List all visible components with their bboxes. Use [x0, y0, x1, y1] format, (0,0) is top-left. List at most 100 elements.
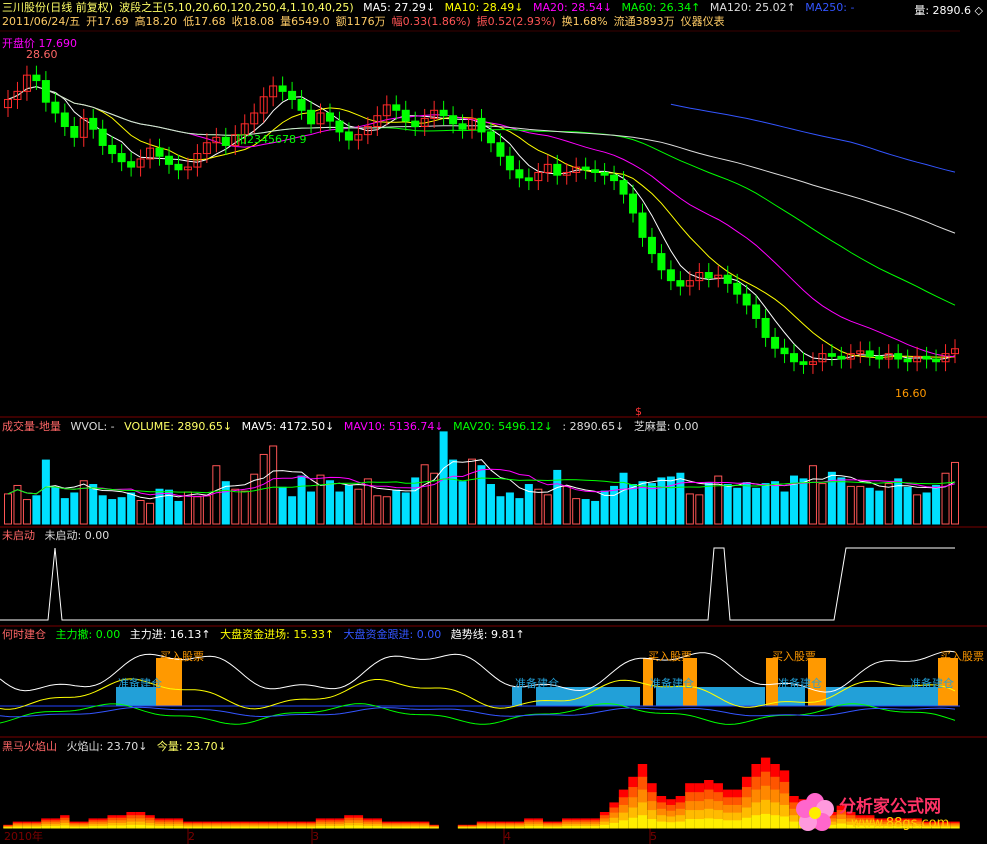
fire-bar	[685, 819, 695, 829]
fire-bar	[723, 789, 733, 798]
fire-bar	[713, 819, 723, 829]
fire-bar	[741, 797, 752, 809]
volume-readout: VOLUME: 2890.65↓	[124, 420, 233, 433]
volume-bar	[70, 492, 79, 525]
volume-bar	[676, 472, 685, 525]
settings-icon[interactable]: ◇	[975, 4, 983, 17]
volume-bar	[610, 485, 619, 525]
fire-bar	[31, 826, 42, 829]
fire-bar	[135, 812, 146, 816]
fire-bar	[732, 797, 742, 806]
volume-pane-name: 成交量-地量	[2, 420, 61, 433]
fire-bar	[628, 817, 638, 829]
volume-bar	[4, 493, 12, 525]
buy-label-4: 买入股票	[940, 650, 984, 663]
fire-bar	[675, 821, 686, 829]
fire-bar	[580, 826, 591, 829]
volume-bar	[543, 494, 552, 525]
fire-bar	[192, 826, 203, 829]
fire-bar	[571, 826, 581, 829]
volume-bar	[837, 477, 846, 525]
fire-bar	[647, 819, 657, 829]
candle-body	[515, 169, 524, 179]
fire-bar	[599, 818, 610, 823]
fire-bar	[618, 812, 629, 821]
fire-bar	[779, 816, 790, 829]
candle-body	[411, 120, 420, 128]
fire-bar	[126, 821, 136, 826]
fire-bar	[495, 826, 506, 829]
fire-bar	[685, 810, 695, 820]
volume-bar	[316, 474, 325, 525]
fire-bar	[675, 802, 686, 810]
date-readout: 2011/06/24/五	[2, 15, 81, 28]
fire-bar	[637, 764, 648, 778]
volume-bar	[553, 469, 562, 525]
fire-bar	[770, 776, 780, 791]
fire-bar	[713, 792, 723, 802]
amount-readout: 额1176万	[335, 15, 386, 28]
fire-bar	[685, 783, 695, 793]
candle-body	[458, 123, 467, 130]
candle-body	[771, 336, 780, 349]
candle-body	[581, 166, 590, 171]
fire-bar	[126, 815, 136, 819]
fire-bar	[694, 810, 705, 820]
volume-bar	[808, 465, 817, 525]
fire-bar	[779, 804, 790, 817]
fire-bar	[60, 825, 70, 829]
fire-bar	[524, 826, 534, 829]
volume-bar	[865, 487, 874, 525]
fire-bar	[618, 797, 629, 806]
fire-bar	[628, 797, 638, 809]
candle-body	[41, 80, 50, 103]
fire-bar	[770, 802, 780, 816]
ma60-readout: MA60: 26.34↑	[621, 1, 701, 14]
fire-bar	[618, 789, 629, 798]
candle-body	[629, 193, 638, 214]
fire-bar	[694, 801, 705, 811]
volume-bar	[875, 490, 884, 525]
ma5-readout: MA5: 27.29↓	[363, 1, 436, 14]
fire-bar	[353, 825, 364, 829]
fire-bar	[685, 792, 695, 802]
volume-bar	[411, 477, 420, 525]
ma250-line	[670, 103, 956, 173]
fire-bar	[599, 824, 610, 829]
fire-bar	[656, 808, 667, 816]
high-readout: 高18.20	[134, 15, 178, 28]
candle-body	[297, 98, 306, 111]
candle-body	[401, 109, 410, 122]
fire-bar	[770, 815, 780, 829]
candle-body	[704, 272, 713, 279]
fire-bar	[713, 810, 723, 820]
volume-bar	[212, 465, 221, 525]
volume-bar	[51, 486, 60, 525]
volume-bar	[695, 494, 704, 525]
candle-body	[278, 85, 287, 92]
fire-bar	[344, 825, 354, 829]
fire-bar	[126, 812, 136, 816]
fire-bar	[135, 821, 146, 826]
fire-bar	[628, 787, 638, 798]
candle-body	[837, 355, 846, 360]
volume-bar	[183, 491, 192, 525]
market-follow-readout: 大盘资金跟进: 0.00	[343, 628, 442, 641]
fire-bar	[704, 818, 714, 829]
fire-bar	[41, 826, 51, 829]
fire-bar	[675, 815, 686, 823]
volume-bar	[297, 475, 306, 525]
fire-bar	[694, 819, 705, 829]
candle-body	[752, 304, 761, 319]
fire-bar	[249, 826, 259, 829]
mav5-readout: MAV5: 4172.50↓	[241, 420, 335, 433]
fire-bar	[609, 817, 619, 824]
volume-bar	[666, 476, 675, 525]
x-label-0: 2010年	[4, 830, 43, 843]
volume-bar	[647, 483, 656, 525]
volume-bar	[562, 485, 571, 525]
candle-body	[865, 350, 874, 357]
volume-bar	[373, 495, 382, 525]
fire-bar	[637, 776, 648, 791]
candle-body	[932, 358, 941, 363]
